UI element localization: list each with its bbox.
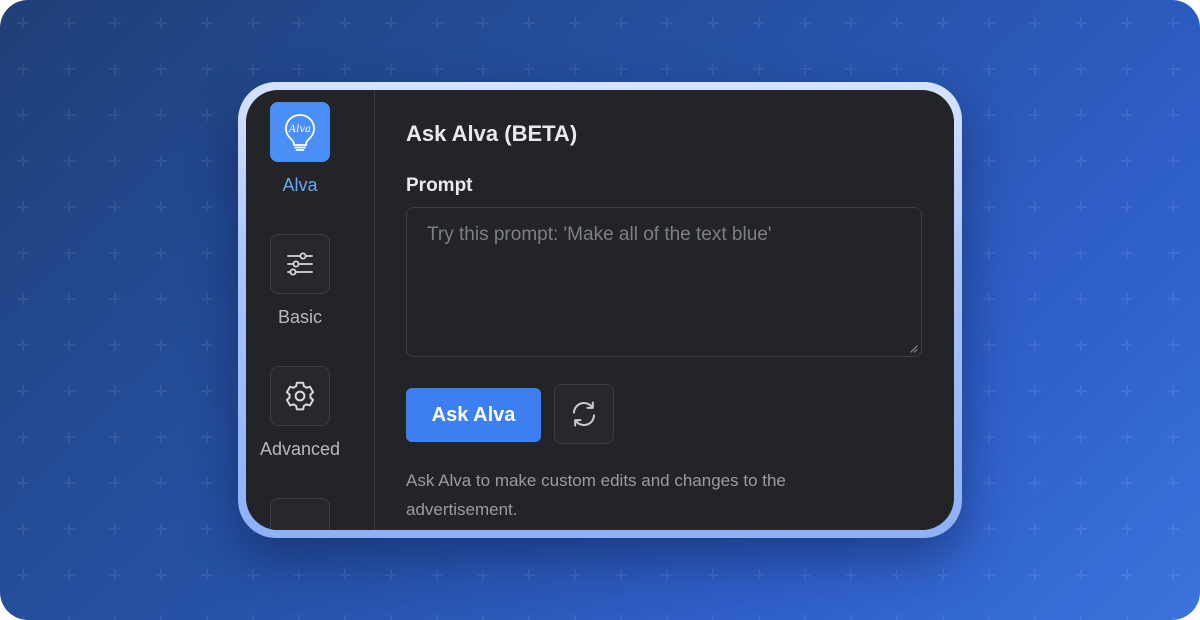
lightbulb-icon: Alva — [285, 114, 315, 151]
sidebar-item-label: Basic — [277, 307, 322, 327]
sliders-icon — [287, 252, 313, 276]
more-tile — [270, 498, 330, 530]
sidebar-item-more[interactable] — [246, 498, 354, 530]
sidebar-item-advanced[interactable]: Advanced — [246, 366, 354, 460]
alva-tile: Alva — [270, 102, 330, 162]
sidebar: Alva Alva Basic Advanced — [246, 90, 375, 530]
page-title: Ask Alva (BETA) — [406, 121, 578, 146]
resize-grip-icon[interactable] — [908, 343, 918, 353]
prompt-input[interactable] — [407, 208, 921, 356]
basic-tile — [270, 234, 330, 294]
gear-icon — [285, 381, 315, 411]
more-icon — [285, 513, 315, 530]
editor-panel: Alva Alva Basic Advanced Ask Alva (BETA)… — [246, 90, 954, 530]
sidebar-item-basic[interactable]: Basic — [246, 234, 354, 328]
sidebar-item-label: Advanced — [259, 439, 341, 459]
sidebar-item-label: Alva — [282, 175, 318, 195]
prompt-label: Prompt — [406, 175, 473, 196]
sidebar-item-alva[interactable]: Alva Alva — [246, 102, 354, 196]
prompt-input-container — [406, 207, 922, 357]
ask-alva-button[interactable]: Ask Alva — [406, 388, 541, 442]
main-content: Ask Alva (BETA) Prompt Ask Alva Ask Alva… — [406, 90, 926, 530]
refresh-icon — [573, 401, 595, 427]
helper-text: Ask Alva to make custom edits and change… — [406, 471, 786, 519]
logo-text: Alva — [288, 124, 311, 135]
advanced-tile — [270, 366, 330, 426]
refresh-button[interactable] — [554, 384, 614, 444]
